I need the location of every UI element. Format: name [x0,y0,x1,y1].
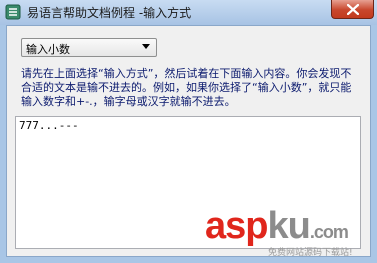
watermark-brand-red: asp [205,205,268,247]
input-mode-combo[interactable]: 输入小数 [21,38,157,57]
close-button[interactable] [331,0,374,19]
close-icon [347,4,359,15]
app-window: 易语言帮助文档例程 -输入方式 输入小数 请先在上面选择“输入方式”，然后试着在… [0,0,377,263]
window-title: 易语言帮助文档例程 -输入方式 [27,6,192,20]
instructions-label: 请先在上面选择“输入方式”，然后试着在下面输入内容。你会发现不合适的文本是输不进… [21,67,352,108]
watermark-brand-suffix: .com [309,222,349,242]
input-textbox-value[interactable]: 777...--- [19,119,79,132]
input-mode-selected: 输入小数 [26,43,70,56]
watermark-subtitle: 免费网站源码下载站! [268,248,353,258]
aspku-watermark: aspku.com 免费网站源码下载站! [200,205,372,260]
watermark-brand-gray: ku [267,205,310,247]
title-bar[interactable]: 易语言帮助文档例程 -输入方式 [0,0,377,25]
chevron-down-icon[interactable] [142,44,150,49]
document-icon [5,4,21,20]
